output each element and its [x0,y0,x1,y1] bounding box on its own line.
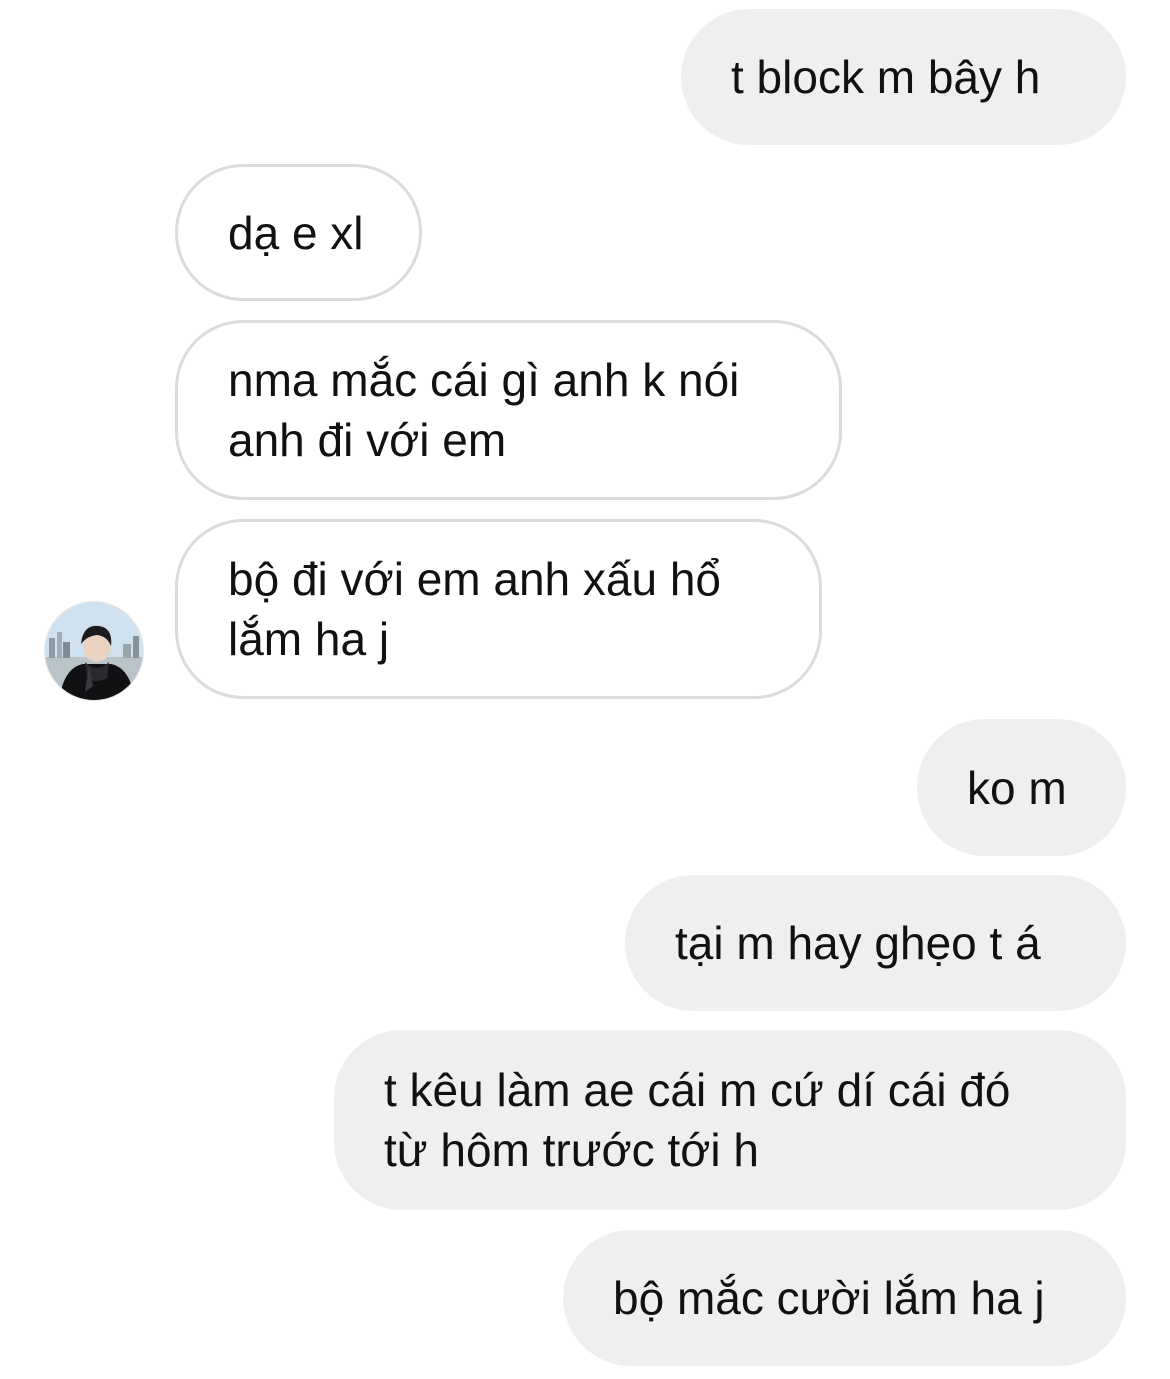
message-line: anh đi với em [228,414,507,466]
sent-message-bubble[interactable]: t kêu làm ae cái m cứ dí cái đó từ hôm t… [334,1030,1126,1210]
message-text: t kêu làm ae cái m cứ dí cái đó từ hôm t… [384,1060,1011,1180]
message-text: dạ e xl [228,206,364,259]
message-line: bộ đi với em anh xấu hổ [228,553,722,605]
received-message-bubble[interactable]: dạ e xl [175,164,422,301]
message-line: t kêu làm ae cái m cứ dí cái đó [384,1064,1011,1116]
contact-avatar[interactable] [44,601,144,701]
received-message-bubble[interactable]: nma mắc cái gì anh k nói anh đi với em [175,320,842,500]
sent-message-bubble[interactable]: bộ mắc cười lắm ha j [563,1230,1126,1366]
message-text: nma mắc cái gì anh k nói anh đi với em [228,350,739,470]
sent-message-bubble[interactable]: t block m bây h [681,9,1126,145]
sent-message-bubble[interactable]: ko m [917,719,1126,856]
message-text: tại m hay ghẹo t á [675,917,1041,969]
profile-photo-avatar-icon [45,602,143,700]
message-text: t block m bây h [731,51,1041,103]
sent-message-bubble[interactable]: tại m hay ghẹo t á [625,875,1126,1011]
message-line: lắm ha j [228,613,390,665]
received-message-bubble[interactable]: bộ đi với em anh xấu hổ lắm ha j [175,519,822,699]
message-text: bộ đi với em anh xấu hổ lắm ha j [228,549,721,669]
message-line: từ hôm trước tới h [384,1124,759,1176]
message-text: bộ mắc cười lắm ha j [613,1272,1045,1324]
message-text: ko m [967,761,1067,814]
message-line: nma mắc cái gì anh k nói [228,354,740,406]
